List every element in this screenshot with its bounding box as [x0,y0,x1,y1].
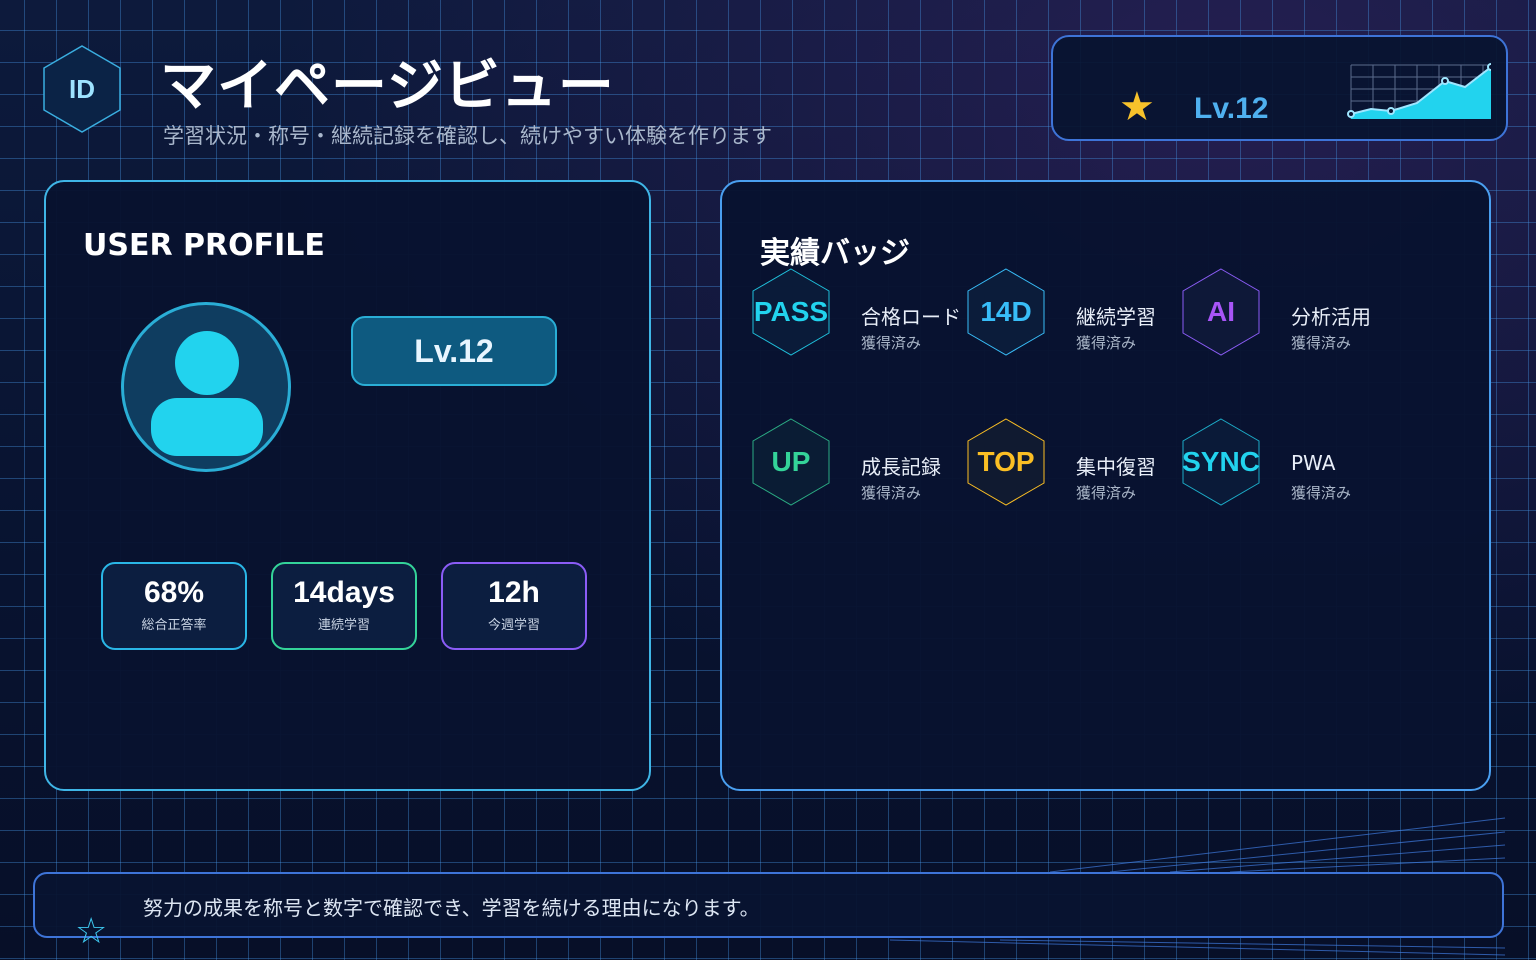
star-outline-icon: ☆ [75,911,108,952]
profile-heading: USER PROFILE [83,228,325,263]
page-title: マイページビュー [160,54,615,119]
profile-level-badge: Lv.12 [351,316,557,386]
stat-label: 総合正答率 [141,618,207,633]
user-profile-panel: USER PROFILE Lv.12 68% 総合正答率 14days 連続学習… [44,180,651,791]
badge-name: 集中復習 [1076,455,1156,479]
badge-sync[interactable]: SYNC PWA 獲得済み [1181,417,1521,517]
badges-heading: 実績バッジ [760,236,910,271]
achievement-badges-panel: 実績バッジ PASS 合格ロード 獲得済み 14D 継続学習 獲得済み AI 分… [720,180,1491,791]
badge-name: 合格ロード [861,305,961,329]
badge-name: 分析活用 [1291,305,1371,329]
badge-state: 獲得済み [861,484,922,502]
id-hex-badge: ID [42,44,122,134]
level-summary-value: Lv.12 [1194,92,1269,125]
badge-code: AI [1207,296,1235,327]
badge-name: PWA [1291,451,1336,475]
footer-message-bar: ☆ 努力の成果を称号と数字で確認でき、学習を続ける理由になります。 [33,872,1504,950]
level-summary-card: ★ Lv.12 [1051,35,1508,141]
avatar-head [175,331,239,395]
stat-accuracy: 68% 総合正答率 [101,562,247,650]
stat-weekly-hours: 12h 今週学習 [441,562,587,650]
badge-code: SYNC [1182,446,1260,477]
badge-code: 14D [980,296,1032,327]
footer-message: 努力の成果を称号と数字で確認でき、学習を続ける理由になります。 [143,896,760,920]
badge-name: 継続学習 [1076,305,1156,329]
progress-sparkline-icon [1347,63,1491,119]
badge-state: 獲得済み [1076,484,1137,502]
badge-state: 獲得済み [1291,484,1352,502]
stat-streak: 14days 連続学習 [271,562,417,650]
badge-code: TOP [977,446,1035,477]
badge-state: 獲得済み [861,334,922,352]
stat-value: 12h [488,576,540,609]
stat-label: 今週学習 [487,618,540,633]
badge-code: UP [771,446,811,477]
stat-label: 連続学習 [317,618,370,633]
badge-state: 獲得済み [1291,334,1352,352]
badge-name: 成長記録 [861,455,941,479]
page-subtitle: 学習状況・称号・継続記録を確認し、続けやすい体験を作ります [163,124,772,148]
star-icon: ★ [1119,84,1155,130]
badge-code: PASS [753,296,829,327]
stat-value: 14days [293,576,395,609]
badge-ai[interactable]: AI 分析活用 獲得済み [1181,267,1521,367]
user-avatar-icon [121,302,291,472]
stat-value: 68% [143,576,205,609]
id-label: ID [69,73,95,104]
avatar-body [151,398,263,456]
badge-state: 獲得済み [1076,334,1137,352]
